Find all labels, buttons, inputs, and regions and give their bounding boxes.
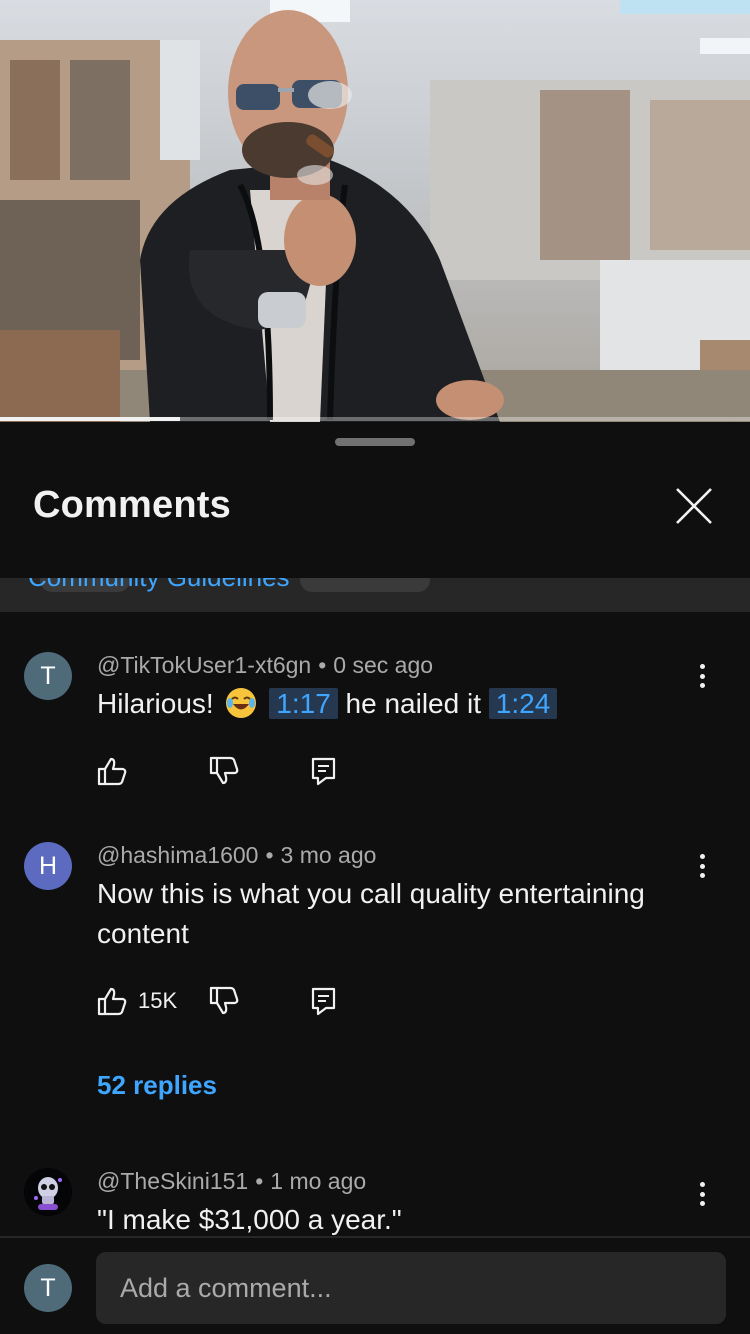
more-options-button[interactable] <box>690 848 714 884</box>
close-button[interactable] <box>668 480 720 532</box>
close-icon <box>676 488 712 524</box>
comment-meta: @TheSkini151 • 1 mo ago <box>97 1168 366 1195</box>
reply-button[interactable] <box>310 754 338 788</box>
reply-button[interactable] <box>310 984 338 1018</box>
comment-text: Hilarious! 1:17 he nailed it 1:24 <box>97 684 687 730</box>
comment-author[interactable]: @TheSkini151 <box>97 1168 248 1194</box>
comment-time: 1 mo ago <box>270 1168 367 1194</box>
comment-item: T @TikTokUser1-xt6gn • 0 sec ago Hilarious… <box>0 652 750 812</box>
like-count: 15K <box>138 988 178 1013</box>
like-button[interactable] <box>96 754 128 788</box>
chip-ghost <box>300 578 430 592</box>
comment-time: 0 sec ago <box>333 652 434 678</box>
comments-sheet: Comments Community Guidelines T @TikTokU… <box>0 422 750 1334</box>
meta-separator: • <box>255 1168 264 1194</box>
comment-author[interactable]: @hashima1600 <box>97 842 258 868</box>
timestamp-link[interactable]: 1:24 <box>488 688 558 719</box>
video-progress-bar[interactable] <box>0 417 750 421</box>
view-replies-link[interactable]: 52 replies <box>97 1070 217 1101</box>
thumbs-up-icon <box>97 987 127 1016</box>
thumbs-down-icon <box>209 986 239 1015</box>
comment-text: Now this is what you call quality entert… <box>97 878 645 949</box>
comments-title: Comments <box>33 484 231 526</box>
community-guidelines-link[interactable]: Community Guidelines <box>28 578 290 593</box>
comment-item: H @hashima1600 • 3 mo ago Now this is what… <box>0 842 750 1122</box>
meta-separator: • <box>318 652 327 678</box>
comment-time: 3 mo ago <box>280 842 377 868</box>
reply-icon <box>311 757 336 786</box>
meta-separator: • <box>265 842 274 868</box>
more-vert-icon <box>699 854 705 859</box>
more-vert-icon <box>699 1182 705 1187</box>
dislike-button[interactable] <box>208 984 240 1018</box>
comment-text-part: Hilarious! <box>97 688 214 719</box>
video-progress-fill <box>0 417 180 421</box>
comment-composer: T <box>0 1236 750 1334</box>
comment-text: "I make $31,000 a year." <box>97 1204 402 1235</box>
more-options-button[interactable] <box>690 658 714 694</box>
video-frame <box>0 0 750 422</box>
user-avatar[interactable]: T <box>24 1264 72 1312</box>
laughing-emoji-icon <box>225 687 257 730</box>
like-button[interactable]: 15K <box>96 984 177 1018</box>
app-root: Comments Community Guidelines T @TikTokU… <box>0 0 750 1334</box>
guidelines-banner: Community Guidelines <box>0 578 750 612</box>
timestamp-link[interactable]: 1:17 <box>269 688 338 719</box>
avatar[interactable]: H <box>24 842 72 890</box>
avatar[interactable]: T <box>24 652 72 700</box>
more-options-button[interactable] <box>690 1176 714 1212</box>
comment-meta: @hashima1600 • 3 mo ago <box>97 842 376 869</box>
dislike-button[interactable] <box>208 754 240 788</box>
add-comment-input[interactable] <box>96 1252 726 1324</box>
video-player[interactable] <box>0 0 750 422</box>
more-vert-icon <box>699 664 705 669</box>
comment-meta: @TikTokUser1-xt6gn • 0 sec ago <box>97 652 433 679</box>
skull-avatar-icon[interactable] <box>24 1168 72 1216</box>
thumbs-up-icon <box>97 757 127 786</box>
reply-icon <box>311 987 336 1016</box>
comment-author[interactable]: @TikTokUser1-xt6gn <box>97 652 311 678</box>
thumbs-down-icon <box>209 756 239 785</box>
drag-handle[interactable] <box>335 438 415 446</box>
comment-text-part: he nailed it <box>345 688 481 719</box>
